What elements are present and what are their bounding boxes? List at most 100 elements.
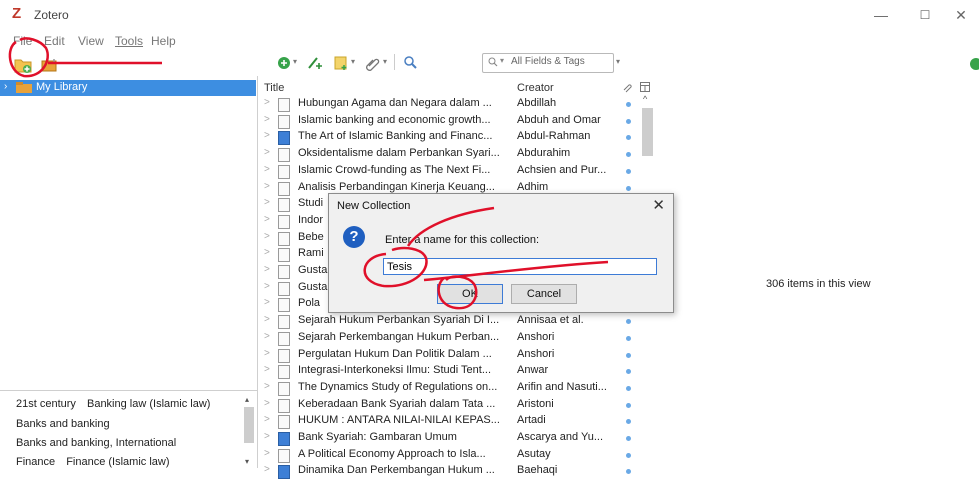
- document-icon: [278, 398, 290, 413]
- expand-chevron-icon[interactable]: >: [264, 398, 270, 409]
- close-window-button[interactable]: ✕: [946, 5, 976, 25]
- item-row[interactable]: > Sejarah Hukum Perbankan Syariah Di I...…: [260, 313, 652, 330]
- item-row[interactable]: > The Dynamics Study of Regulations on...…: [260, 380, 652, 396]
- add-by-identifier-icon[interactable]: [306, 54, 324, 72]
- attachments-column-icon[interactable]: [622, 82, 632, 93]
- item-row[interactable]: > Dinamika Dan Perkembangan Hukum ... Baeh…: [260, 463, 652, 479]
- new-note-icon[interactable]: [332, 54, 350, 72]
- expand-chevron-icon[interactable]: >: [264, 214, 270, 225]
- document-icon: [278, 448, 290, 463]
- expand-chevron-icon[interactable]: >: [264, 364, 270, 375]
- column-picker-icon[interactable]: [640, 82, 650, 92]
- new-note-dropdown-icon[interactable]: ▾: [351, 57, 355, 66]
- tag-21st-century[interactable]: 21st century: [16, 398, 76, 410]
- scroll-thumb[interactable]: [642, 108, 653, 156]
- item-row[interactable]: > A Political Economy Approach to Isla...…: [260, 447, 652, 463]
- new-item-dropdown-icon[interactable]: ▾: [293, 57, 297, 66]
- expand-chevron-icon[interactable]: >: [264, 264, 270, 275]
- expand-chevron-icon[interactable]: >: [264, 348, 270, 359]
- expand-chevron-icon[interactable]: >: [264, 164, 270, 175]
- expand-chevron-icon[interactable]: >: [264, 448, 270, 459]
- item-row[interactable]: > Hubungan Agama dan Negara dalam ... Abdi…: [260, 96, 652, 112]
- maximize-button[interactable]: ☐: [910, 5, 940, 25]
- tag-scrollbar[interactable]: ▴ ▾: [244, 395, 254, 467]
- minimize-button[interactable]: —: [866, 5, 896, 25]
- tag-banking-law[interactable]: Banking law (Islamic law): [87, 398, 210, 410]
- item-row[interactable]: > Keberadaan Bank Syariah dalam Tata ... A…: [260, 397, 652, 413]
- menu-help[interactable]: Help: [151, 34, 176, 48]
- document-icon: [278, 248, 290, 263]
- tag-finance-islamic-law[interactable]: Finance (Islamic law): [66, 456, 169, 468]
- item-row[interactable]: > Pergulatan Hukum Dan Politik Dalam ... A…: [260, 347, 652, 363]
- search-icon[interactable]: [488, 57, 498, 67]
- expand-chevron-icon[interactable]: >: [264, 247, 270, 258]
- book-icon: [278, 131, 290, 146]
- expand-chevron-icon[interactable]: >: [264, 331, 270, 342]
- items-count-label: 306 items in this view: [766, 278, 871, 290]
- scroll-thumb[interactable]: [244, 407, 254, 443]
- item-row[interactable]: > Oksidentalisme dalam Perbankan Syari...…: [260, 146, 652, 163]
- search-placeholder: All Fields & Tags: [511, 56, 585, 67]
- expand-chevron-icon[interactable]: >: [264, 297, 270, 308]
- advanced-search-icon[interactable]: [402, 54, 420, 72]
- item-title: Integrasi-Interkoneksi Ilmu: Studi Tent.…: [298, 364, 491, 377]
- expand-chevron-icon[interactable]: >: [264, 130, 270, 141]
- item-row[interactable]: > Integrasi-Interkoneksi Ilmu: Studi Tent…: [260, 363, 652, 380]
- document-icon: [278, 415, 290, 430]
- locate-dropdown-icon[interactable]: ▾: [616, 57, 620, 66]
- expand-chevron-icon[interactable]: >: [264, 197, 270, 208]
- tag-banks-international[interactable]: Banks and banking, International: [16, 437, 176, 449]
- menu-edit[interactable]: Edit: [44, 34, 65, 48]
- document-icon: [278, 381, 290, 396]
- toolbar-divider: [394, 54, 395, 70]
- tag-finance[interactable]: Finance: [16, 456, 55, 468]
- item-row[interactable]: > Islamic banking and economic growth... A…: [260, 113, 652, 129]
- new-collection-icon[interactable]: [14, 56, 32, 74]
- search-field[interactable]: ▾ All Fields & Tags: [482, 53, 614, 73]
- scroll-down-icon[interactable]: ▾: [245, 457, 249, 466]
- collection-name-input[interactable]: [383, 258, 657, 275]
- item-row[interactable]: > Bank Syariah: Gambaran Umum Ascarya and …: [260, 430, 652, 446]
- item-row[interactable]: > The Art of Islamic Banking and Financ..…: [260, 129, 652, 146]
- sync-icon[interactable]: [967, 55, 979, 73]
- collection-my-library[interactable]: › My Library: [0, 80, 256, 96]
- new-item-icon[interactable]: [276, 54, 294, 72]
- expand-chevron-icon[interactable]: >: [264, 414, 270, 425]
- book-icon: [278, 432, 290, 446]
- search-mode-dropdown-icon[interactable]: ▾: [500, 56, 504, 65]
- expand-chevron-icon[interactable]: >: [264, 464, 270, 475]
- menu-view[interactable]: View: [78, 34, 104, 48]
- item-title: Keberadaan Bank Syariah dalam Tata ...: [298, 397, 496, 410]
- item-title: Pergulatan Hukum Dan Politik Dalam ...: [298, 347, 492, 360]
- ok-button[interactable]: OK: [437, 284, 503, 304]
- column-title[interactable]: Title: [264, 82, 284, 94]
- expand-chevron-icon[interactable]: >: [264, 314, 270, 325]
- expand-chevron-icon[interactable]: >: [264, 431, 270, 442]
- dialog-close-button[interactable]: ✕: [652, 196, 665, 214]
- item-row[interactable]: > Sejarah Perkembangan Hukum Perban... Ans…: [260, 330, 652, 346]
- item-row[interactable]: > HUKUM : ANTARA NILAI-NILAI KEPAS... Arta…: [260, 413, 652, 430]
- menu-tools[interactable]: Tools: [115, 34, 143, 48]
- expand-chevron-icon[interactable]: >: [264, 381, 270, 392]
- expand-chevron-icon[interactable]: ›: [4, 81, 7, 92]
- scroll-up-icon[interactable]: ^: [643, 94, 647, 104]
- expand-chevron-icon[interactable]: >: [264, 97, 270, 108]
- expand-chevron-icon[interactable]: >: [264, 281, 270, 292]
- item-row[interactable]: > Islamic Crowd-funding as The Next Fi...…: [260, 163, 652, 179]
- document-icon: [278, 365, 290, 380]
- expand-chevron-icon[interactable]: >: [264, 114, 270, 125]
- cancel-button[interactable]: Cancel: [511, 284, 577, 304]
- attachment-icon[interactable]: [364, 54, 382, 72]
- attachment-dropdown-icon[interactable]: ▾: [383, 57, 387, 66]
- column-creator[interactable]: Creator: [517, 82, 554, 94]
- expand-chevron-icon[interactable]: >: [264, 231, 270, 242]
- scroll-up-icon[interactable]: ▴: [245, 395, 249, 404]
- attachment-dot-icon: [626, 152, 631, 158]
- menu-file[interactable]: File: [13, 34, 32, 48]
- tag-banks-and-banking[interactable]: Banks and banking: [16, 418, 110, 430]
- question-icon: ?: [343, 226, 365, 248]
- item-creator: Anshori: [517, 330, 555, 343]
- new-library-icon[interactable]: [40, 56, 58, 74]
- expand-chevron-icon[interactable]: >: [264, 181, 270, 192]
- expand-chevron-icon[interactable]: >: [264, 147, 270, 158]
